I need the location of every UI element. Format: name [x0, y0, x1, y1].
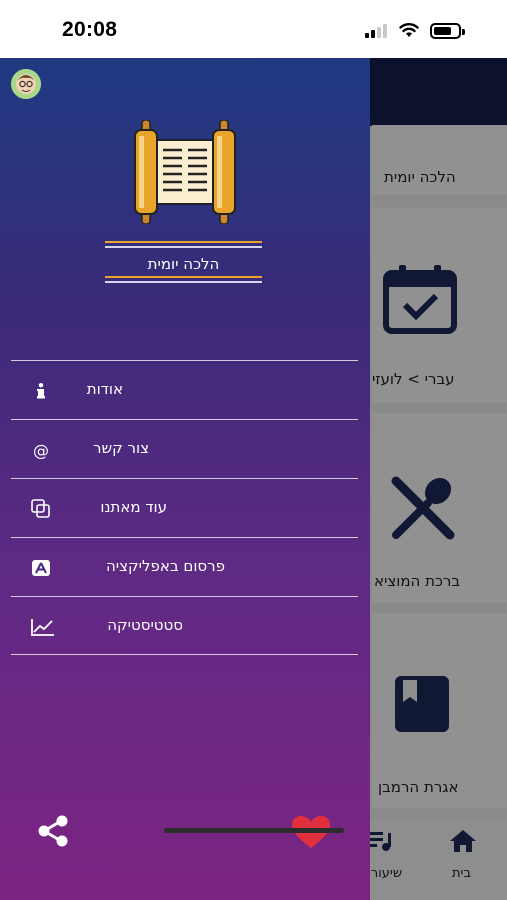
- torah-scroll-icon: [134, 120, 236, 224]
- title-rule-top: [105, 241, 262, 243]
- drawer-menu: אודות @ צור קשר עוד מאתנו פרסום באפליקצי…: [11, 360, 358, 655]
- cellular-signal-icon: [365, 24, 389, 38]
- title-rule-top-2: [105, 246, 262, 248]
- avatar[interactable]: [11, 69, 41, 99]
- copy-icon: [29, 497, 53, 521]
- chart-line-icon: [31, 615, 55, 639]
- menu-label-advertise: פרסום באפליקציה: [105, 557, 225, 575]
- share-icon[interactable]: [36, 814, 70, 848]
- app-store-icon: [29, 556, 53, 580]
- status-time: 20:08: [62, 18, 118, 41]
- menu-label-contact: צור קשר: [93, 439, 149, 457]
- menu-item-statistics[interactable]: סטטיסטיקה: [11, 596, 358, 655]
- menu-label-more-apps: עוד מאתנו: [100, 498, 167, 516]
- menu-item-about[interactable]: אודות: [11, 360, 358, 419]
- menu-item-more-apps[interactable]: עוד מאתנו: [11, 478, 358, 537]
- menu-label-statistics: סטטיסטיקה: [107, 616, 183, 634]
- info-icon: [29, 379, 53, 403]
- at-icon: @: [33, 440, 49, 460]
- battery-icon: [430, 23, 465, 39]
- menu-item-contact[interactable]: @ צור קשר: [11, 419, 358, 478]
- navigation-drawer: הלכה יומית אודות @ צור קשר עוד מאתנו פרס…: [0, 58, 370, 900]
- title-rule-bottom-2: [105, 281, 262, 283]
- menu-item-advertise[interactable]: פרסום באפליקציה: [11, 537, 358, 596]
- menu-label-about: אודות: [86, 380, 123, 398]
- wifi-icon: [399, 23, 419, 37]
- home-indicator: [164, 828, 344, 833]
- app-title: הלכה יומית: [147, 255, 220, 273]
- title-rule-bottom: [105, 276, 262, 278]
- status-bar: 20:08: [0, 0, 507, 58]
